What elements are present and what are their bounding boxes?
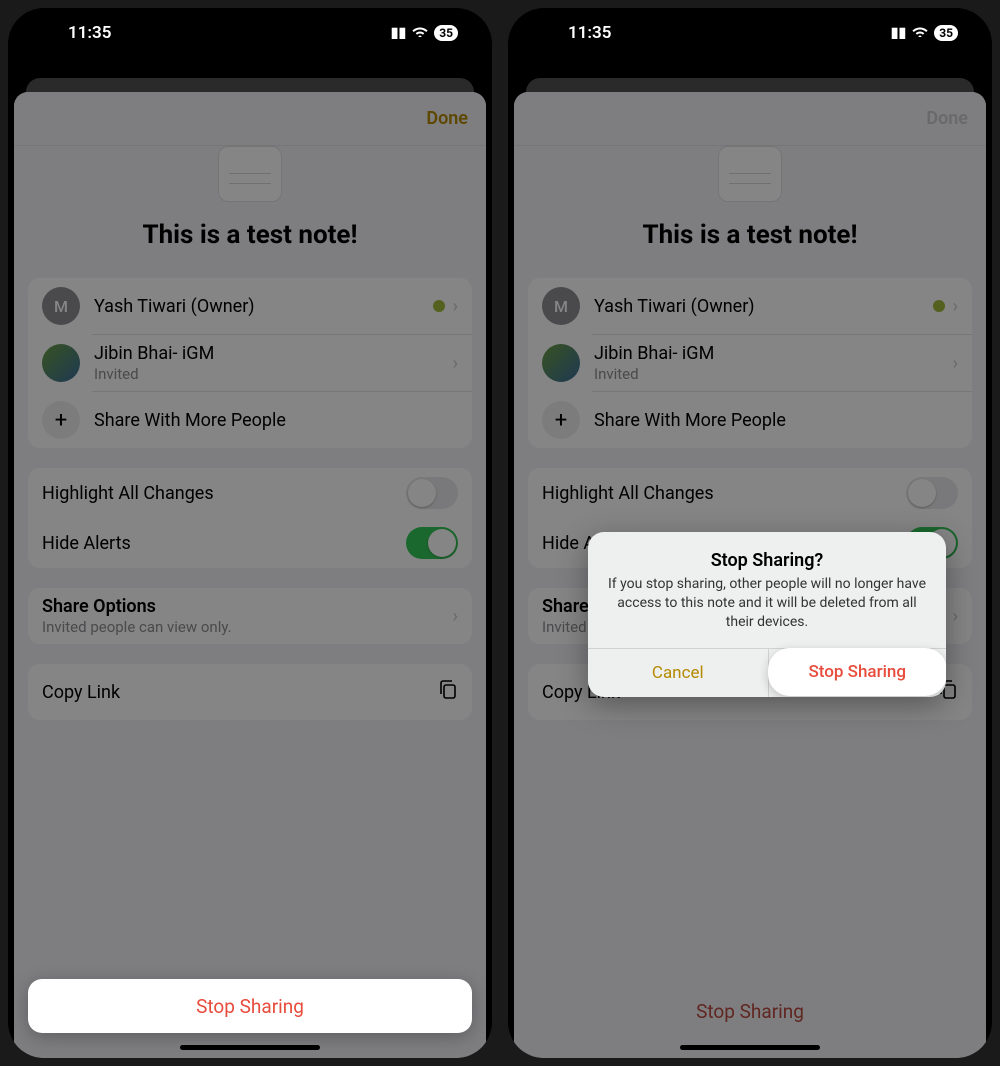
alert-confirm-button[interactable]: Stop Sharing [768,648,947,696]
chevron-right-icon: › [953,606,958,627]
battery-icon: 35 [434,25,458,41]
avatar [42,344,80,382]
invitee-status: Invited [94,365,453,383]
people-group: M Yash Tiwari (Owner) › Jibin Bhai- iGM … [28,278,472,448]
share-more-label: Share With More People [594,410,958,431]
invitee-row[interactable]: Jibin Bhai- iGM Invited › [528,335,972,391]
note-title: This is a test note! [142,220,357,250]
note-title: This is a test note! [642,220,857,250]
copy-icon [438,679,458,706]
people-group: M Yash Tiwari (Owner) › Jibin Bhai- iGM … [528,278,972,448]
share-sheet: Done This is a test note! M Yash Tiwari … [14,92,486,1058]
wifi-icon [912,25,928,41]
stop-sharing-button[interactable]: Stop Sharing [528,984,972,1038]
chevron-right-icon: › [453,353,458,374]
sheet-nav: Done [514,92,986,146]
alert-cancel-label: Cancel [652,663,704,683]
share-more-label: Share With More People [94,410,458,431]
settings-group: Highlight All Changes Hide Alerts [28,468,472,568]
clock: 11:35 [68,23,111,43]
stop-sharing-button[interactable]: Stop Sharing [28,979,472,1033]
highlight-changes-row: Highlight All Changes [28,468,472,518]
clock: 11:35 [568,23,611,43]
invitee-row[interactable]: Jibin Bhai- iGM Invited › [28,335,472,391]
owner-row[interactable]: M Yash Tiwari (Owner) › [528,278,972,334]
phone-left: 11:35 ▮▮ 35 Done This is a test note! M … [8,8,492,1058]
phone-right: 11:35 ▮▮ 35 Done This is a test note! M … [508,8,992,1058]
done-button[interactable]: Done [926,108,968,129]
share-options-title: Share Options [42,596,453,617]
copy-link-group: Copy Link [28,664,472,720]
cell-signal-icon: ▮▮ [891,25,906,41]
status-bar: 11:35 ▮▮ 35 [508,8,992,58]
highlight-label: Highlight All Changes [42,483,406,504]
plus-icon: + [42,401,80,439]
copy-link-row[interactable]: Copy Link [28,664,472,720]
wifi-icon [412,25,428,41]
share-options-subtitle: Invited people can view only. [42,618,453,636]
share-more-row[interactable]: + Share With More People [528,392,972,448]
highlight-label: Highlight All Changes [542,483,906,504]
sheet-nav: Done [14,92,486,146]
chevron-right-icon: › [453,606,458,627]
alert-title: Stop Sharing? [606,550,928,571]
home-indicator [180,1045,320,1050]
note-icon [718,146,782,202]
invitee-status: Invited [594,365,953,383]
share-options-row[interactable]: Share Options Invited people can view on… [28,588,472,644]
highlight-changes-row: Highlight All Changes [528,468,972,518]
share-options-group: Share Options Invited people can view on… [28,588,472,644]
stop-sharing-label: Stop Sharing [696,1000,804,1023]
owner-name: Yash Tiwari (Owner) [594,296,933,317]
alert-cancel-button[interactable]: Cancel [588,649,769,697]
hide-alerts-row: Hide Alerts [28,518,472,568]
alert-confirm-label: Stop Sharing [808,662,906,682]
presence-dot-icon [433,300,445,312]
battery-icon: 35 [934,25,958,41]
note-icon [218,146,282,202]
owner-name: Yash Tiwari (Owner) [94,296,433,317]
highlight-toggle[interactable] [406,477,458,509]
done-button[interactable]: Done [426,108,468,129]
share-more-row[interactable]: + Share With More People [28,392,472,448]
invitee-name: Jibin Bhai- iGM [94,343,453,364]
alert-message: If you stop sharing, other people will n… [606,575,928,632]
chevron-right-icon: › [953,296,958,317]
highlight-toggle[interactable] [906,477,958,509]
stop-sharing-alert: Stop Sharing? If you stop sharing, other… [588,532,946,697]
presence-dot-icon [933,300,945,312]
home-indicator [680,1045,820,1050]
avatar: M [542,287,580,325]
cell-signal-icon: ▮▮ [391,25,406,41]
hide-alerts-label: Hide Alerts [42,533,406,554]
plus-icon: + [542,401,580,439]
avatar [542,344,580,382]
chevron-right-icon: › [953,353,958,374]
status-bar: 11:35 ▮▮ 35 [8,8,492,58]
share-sheet: Done This is a test note! M Yash Tiwari … [514,92,986,1058]
avatar: M [42,287,80,325]
invitee-name: Jibin Bhai- iGM [594,343,953,364]
copy-link-label: Copy Link [42,682,438,703]
chevron-right-icon: › [453,296,458,317]
owner-row[interactable]: M Yash Tiwari (Owner) › [28,278,472,334]
stop-sharing-label: Stop Sharing [196,995,304,1018]
hide-alerts-toggle[interactable] [406,527,458,559]
